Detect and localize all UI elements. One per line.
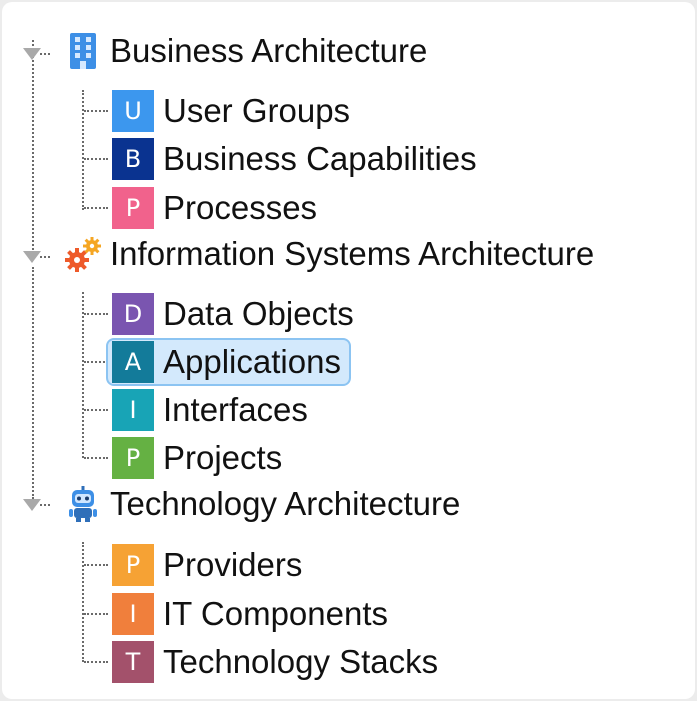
- tree-line: [84, 361, 108, 363]
- tree-item-technology-stacks[interactable]: T Technology Stacks: [112, 640, 446, 684]
- group-label: Business Architecture: [110, 32, 428, 69]
- providers-badge: P: [112, 544, 154, 586]
- group-business-architecture[interactable]: Business Architecture: [62, 29, 427, 73]
- item-label: Interfaces: [163, 391, 308, 428]
- tree-item-interfaces[interactable]: I Interfaces: [112, 388, 316, 432]
- group-technology-architecture[interactable]: Technology Architecture: [62, 482, 460, 526]
- tree-line: [84, 613, 108, 615]
- item-label: Projects: [163, 439, 283, 476]
- it-components-badge: I: [112, 593, 154, 635]
- item-label: Providers: [163, 546, 303, 583]
- tree-line: [82, 542, 84, 662]
- tree-line: [84, 207, 108, 209]
- item-label: Data Objects: [163, 295, 354, 332]
- tree-line: [84, 457, 108, 459]
- tree-item-user-groups[interactable]: U User Groups: [112, 89, 358, 133]
- interfaces-badge: I: [112, 389, 154, 431]
- item-label: User Groups: [163, 92, 351, 129]
- robot-icon: [62, 482, 104, 526]
- tree-item-business-capabilities[interactable]: B Business Capabilities: [112, 137, 485, 181]
- tree-item-data-objects[interactable]: D Data Objects: [112, 292, 362, 336]
- architecture-tree: Business Architecture U User Groups B Bu…: [2, 2, 695, 699]
- processes-badge: P: [112, 187, 154, 229]
- tree-line: [40, 256, 50, 258]
- user-groups-badge: U: [112, 90, 154, 132]
- item-label: Technology Stacks: [163, 643, 439, 680]
- group-information-systems-architecture[interactable]: Information Systems Architecture: [62, 232, 594, 276]
- tree-item-projects[interactable]: P Projects: [112, 436, 290, 480]
- tree-line: [84, 158, 108, 160]
- projects-badge: P: [112, 437, 154, 479]
- tree-line: [84, 661, 108, 663]
- expand-toggle-technology[interactable]: [23, 499, 41, 511]
- item-label: Business Capabilities: [163, 140, 477, 177]
- tree-line: [82, 90, 84, 210]
- tree-item-processes[interactable]: P Processes: [112, 186, 325, 230]
- technology-stacks-badge: T: [112, 641, 154, 683]
- data-objects-badge: D: [112, 293, 154, 335]
- tree-line: [84, 409, 108, 411]
- tree-line: [82, 292, 84, 458]
- expand-toggle-business[interactable]: [23, 48, 41, 60]
- business-capabilities-badge: B: [112, 138, 154, 180]
- gears-icon: [62, 232, 104, 276]
- tree-line: [32, 40, 34, 250]
- tree-line: [40, 504, 50, 506]
- tree-line: [32, 267, 34, 499]
- tree-item-providers[interactable]: P Providers: [112, 543, 310, 587]
- building-icon: [62, 29, 104, 73]
- tree-line: [84, 564, 108, 566]
- item-label: Applications: [163, 343, 341, 380]
- group-label: Information Systems Architecture: [110, 235, 595, 272]
- tree-panel: Business Architecture U User Groups B Bu…: [2, 2, 695, 699]
- item-label: IT Components: [163, 595, 389, 632]
- tree-item-applications[interactable]: A Applications: [106, 338, 351, 386]
- expand-toggle-information-systems[interactable]: [23, 251, 41, 263]
- tree-line: [40, 53, 50, 55]
- tree-line: [84, 110, 108, 112]
- item-label: Processes: [163, 189, 318, 226]
- tree-line: [84, 313, 108, 315]
- group-label: Technology Architecture: [110, 485, 461, 522]
- tree-item-it-components[interactable]: I IT Components: [112, 592, 396, 636]
- applications-badge: A: [112, 341, 154, 383]
